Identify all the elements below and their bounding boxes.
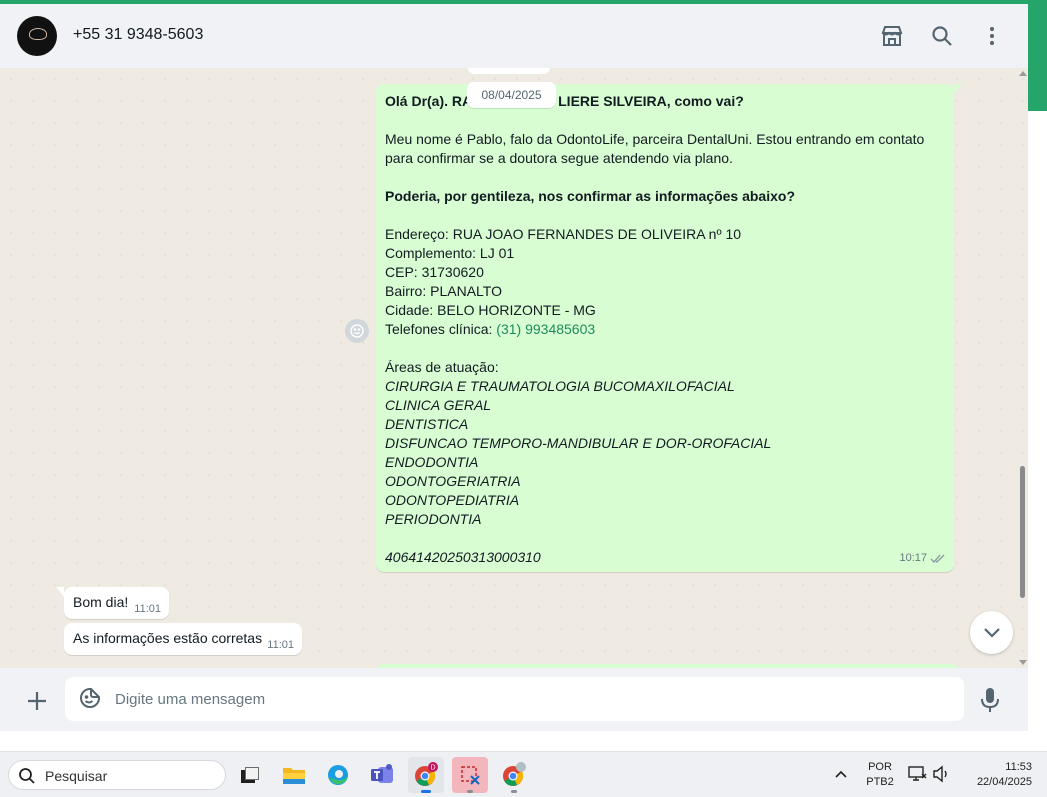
right-panel-edge — [1028, 111, 1047, 751]
keyboard-layout: PTB2 — [866, 776, 894, 788]
area-item: ODONTOGERIATRIA — [385, 473, 521, 489]
cidade-line: Cidade: BELO HORIZONTE - MG — [385, 302, 596, 318]
cep-line: CEP: 31730620 — [385, 264, 484, 280]
teams-icon[interactable] — [364, 757, 400, 793]
area-item: DENTISTICA — [385, 416, 469, 432]
scroll-down-arrow[interactable] — [1019, 660, 1027, 665]
microphone-icon[interactable] — [980, 687, 1004, 713]
message-input-wrapper — [65, 677, 964, 721]
chrome-profile-icon[interactable] — [496, 757, 532, 793]
system-clock[interactable]: 11:53 22/04/2025 — [960, 760, 1032, 790]
network-icon[interactable] — [907, 765, 927, 783]
attach-plus-icon[interactable] — [24, 688, 50, 714]
contact-name[interactable]: +55 31 9348-5603 — [73, 26, 203, 44]
search-icon — [18, 767, 36, 785]
request-line: Poderia, por gentileza, nos confirmar as… — [385, 188, 795, 204]
area-item: ODONTOPEDIATRIA — [385, 492, 520, 508]
task-view-icon[interactable] — [232, 757, 268, 793]
running-app-indicator — [511, 790, 517, 793]
message-meta: 10:17 — [899, 549, 946, 568]
scrollbar-thumb[interactable] — [1020, 466, 1025, 598]
area-item: CLINICA GERAL — [385, 397, 492, 413]
chat-header: +55 31 9348-5603 — [0, 4, 1028, 68]
volume-icon[interactable] — [932, 765, 952, 783]
chevron-down-icon — [983, 627, 1000, 638]
previous-pill-edge — [468, 68, 550, 74]
sticker-emoji-icon[interactable] — [79, 687, 103, 711]
tray-expand-icon[interactable] — [834, 766, 850, 782]
svg-text:D: D — [430, 765, 435, 772]
taskbar-search-label: Pesquisar — [45, 768, 108, 784]
language-code: POR — [868, 761, 892, 773]
complement-line: Complemento: LJ 01 — [385, 245, 515, 261]
message-time: 10:17 — [899, 552, 927, 564]
windows-taskbar: Pesquisar D POR PTB2 11:53 22/04/2025 — [0, 751, 1047, 797]
snipping-tool-icon[interactable] — [452, 757, 488, 793]
incoming-text: As informações estão corretas — [73, 630, 263, 646]
phone-line: Telefones clínica: (31) 993485603 — [385, 320, 945, 339]
running-app-indicator — [467, 790, 473, 793]
react-emoji-icon[interactable] — [345, 319, 369, 343]
taskbar-search[interactable]: Pesquisar — [8, 760, 226, 790]
chrome-profile-d-icon[interactable]: D — [408, 757, 444, 793]
clock-date: 22/04/2025 — [976, 776, 1032, 788]
greeting-end: LIERE SILVEIRA, como vai? — [558, 93, 744, 109]
right-accent-strip — [1028, 4, 1047, 111]
input-language[interactable]: POR PTB2 — [860, 760, 900, 790]
chat-area[interactable]: Olá Dr(a). RA LIERE SILVEIRA, como vai? M… — [0, 68, 1028, 668]
search-icon[interactable] — [928, 22, 956, 50]
incoming-text: Bom dia! — [73, 594, 129, 610]
incoming-message[interactable]: As informações estão corretas 11:01 — [64, 623, 302, 655]
active-app-indicator — [421, 790, 431, 793]
bairro-line: Bairro: PLANALTO — [385, 283, 502, 299]
double-check-icon — [930, 554, 945, 563]
phone-label: Telefones clínica: — [385, 321, 497, 337]
reference-code: 40641420250313000310 — [385, 549, 541, 565]
greeting-start: Olá Dr(a). RA — [385, 93, 473, 109]
catalog-icon[interactable] — [878, 22, 906, 50]
intro-line-2: para confirmar se a doutora segue atende… — [385, 150, 733, 166]
outgoing-message[interactable]: Olá Dr(a). RA LIERE SILVEIRA, como vai? M… — [376, 84, 962, 572]
address-line: Endereço: RUA JOAO FERNANDES DE OLIVEIRA… — [385, 226, 742, 242]
scroll-up-arrow[interactable] — [1019, 71, 1027, 76]
message-input[interactable] — [115, 677, 945, 721]
area-item: CIRURGIA E TRAUMATOLOGIA BUCOMAXILOFACIA… — [385, 378, 735, 394]
area-item: PERIODONTIA — [385, 511, 482, 527]
contact-avatar[interactable] — [17, 16, 57, 56]
whatsapp-window: +55 31 9348-5603 Olá Dr(a). RA LIERE SILV… — [0, 4, 1028, 731]
areas-title: Áreas de atuação: — [385, 359, 499, 375]
date-separator: 08/04/2025 — [467, 82, 556, 108]
composer-bar — [0, 668, 1028, 731]
chat-scrollbar[interactable] — [1017, 68, 1028, 668]
area-item: ENDODONTIA — [385, 454, 479, 470]
file-explorer-icon[interactable] — [276, 757, 312, 793]
menu-icon[interactable] — [978, 22, 1006, 50]
phone-link[interactable]: (31) 993485603 — [496, 321, 595, 337]
incoming-message[interactable]: Bom dia! 11:01 — [56, 587, 169, 619]
edge-browser-icon[interactable] — [320, 757, 356, 793]
incoming-time: 11:01 — [134, 603, 161, 615]
incoming-time: 11:01 — [267, 639, 294, 651]
intro-line-1: Meu nome é Pablo, falo da OdontoLife, pa… — [385, 131, 925, 147]
scroll-to-bottom-button[interactable] — [970, 611, 1013, 654]
area-item: DISFUNCAO TEMPORO-MANDIBULAR E DOR-OROFA… — [385, 435, 772, 451]
clock-time: 11:53 — [1005, 761, 1032, 773]
